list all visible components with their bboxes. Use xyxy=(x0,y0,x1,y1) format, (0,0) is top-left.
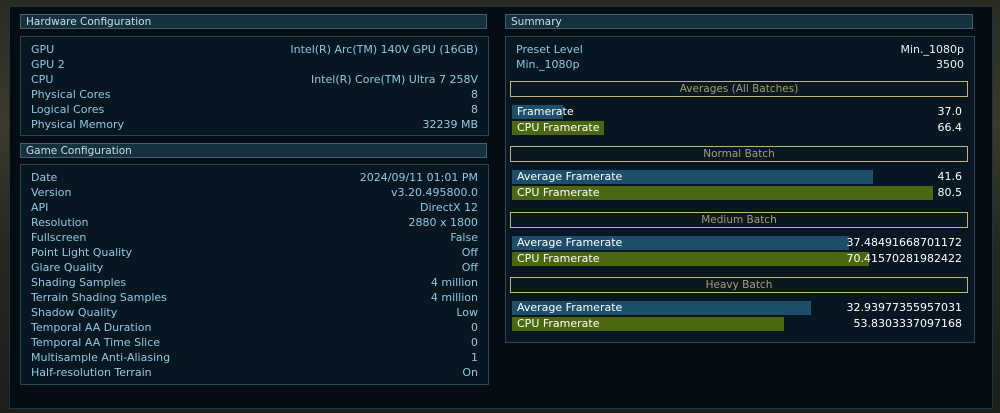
game-value: 2880 x 1800 xyxy=(408,216,479,229)
averages-all-batches-cpu-framerate-label: CPU Framerate xyxy=(517,121,600,134)
game-value: Off xyxy=(461,246,478,259)
game-row-resolution: Resolution 2880 x 1800 xyxy=(21,215,488,230)
hardware-label: Physical Memory xyxy=(31,118,124,131)
hardware-label: GPU xyxy=(31,43,55,56)
game-label: Temporal AA Time Slice xyxy=(31,336,161,349)
game-value: 0 xyxy=(471,336,478,349)
heavy-batch-average-framerate-value: 32.93977355957031 xyxy=(846,301,962,314)
game-value: v3.20.495800.0 xyxy=(391,186,478,199)
summary-row-preset-level: Preset Level Min._1080p xyxy=(506,42,974,57)
game-value: 1 xyxy=(471,351,478,364)
game-value: DirectX 12 xyxy=(420,201,478,214)
game-value: Low xyxy=(456,306,478,319)
game-label: Half-resolution Terrain xyxy=(31,366,152,379)
game-row-temporal-aa-time-slice: Temporal AA Time Slice 0 xyxy=(21,335,488,350)
summary-row-min-1080p: Min._1080p 3500 xyxy=(506,57,974,72)
section-header-medium-batch: Medium Batch xyxy=(510,212,968,228)
section-header-normal-batch: Normal Batch xyxy=(510,146,968,162)
game-row-api: API DirectX 12 xyxy=(21,200,488,215)
game-label: Shadow Quality xyxy=(31,306,118,319)
game-row-terrain-shading-samples: Terrain Shading Samples 4 million xyxy=(21,290,488,305)
hardware-label: CPU xyxy=(31,73,54,86)
game-label: Date xyxy=(31,171,58,184)
game-label: Terrain Shading Samples xyxy=(31,291,167,304)
heavy-batch-cpu-framerate-value: 53.8303337097168 xyxy=(853,317,962,330)
game-value: On xyxy=(462,366,478,379)
hardware-value: Intel(R) Arc(TM) 140V GPU (16GB) xyxy=(290,43,478,56)
game-label: Shading Samples xyxy=(31,276,127,289)
medium-batch-cpu-framerate-value: 70.41570281982422 xyxy=(846,252,962,265)
game-label: Point Light Quality xyxy=(31,246,133,259)
game-label: Multisample Anti-Aliasing xyxy=(31,351,171,364)
game-label: API xyxy=(31,201,49,214)
section-header-heavy-batch: Heavy Batch xyxy=(510,277,968,293)
game-config-panel: Date 2024/09/11 01:01 PM Version v3.20.4958… xyxy=(20,164,489,385)
hardware-value: 8 xyxy=(471,103,478,116)
hardware-label: Logical Cores xyxy=(31,103,105,116)
game-value: 2024/09/11 01:01 PM xyxy=(359,171,478,184)
summary-label: Min._1080p xyxy=(516,58,580,71)
game-row-glare-quality: Glare Quality Off xyxy=(21,260,488,275)
game-config-title: Game Configuration xyxy=(26,145,132,157)
hardware-row-logical-cores: Logical Cores 8 xyxy=(21,102,488,117)
game-config-header: Game Configuration xyxy=(20,143,487,158)
normal-batch-average-framerate-label: Average Framerate xyxy=(517,170,623,183)
section-header-averages-all-batches: Averages (All Batches) xyxy=(510,81,968,97)
hardware-row-gpu: GPU Intel(R) Arc(TM) 140V GPU (16GB) xyxy=(21,42,488,57)
game-value: Off xyxy=(461,261,478,274)
game-value: False xyxy=(450,231,478,244)
game-label: Temporal AA Duration xyxy=(31,321,152,334)
hardware-value: Intel(R) Core(TM) Ultra 7 258V xyxy=(310,73,478,86)
game-label: Glare Quality xyxy=(31,261,104,274)
hardware-label: GPU 2 xyxy=(31,58,65,71)
averages-all-batches-framerate-label: Framerate xyxy=(517,105,574,118)
heavy-batch-cpu-framerate-label: CPU Framerate xyxy=(517,317,600,330)
medium-batch-average-framerate-value: 37.48491668701172 xyxy=(846,236,962,249)
game-row-half-resolution-terrain: Half-resolution Terrain On xyxy=(21,365,488,380)
medium-batch-cpu-framerate-label: CPU Framerate xyxy=(517,252,600,265)
game-value: 4 million xyxy=(430,276,478,289)
game-label: Resolution xyxy=(31,216,89,229)
game-label: Version xyxy=(31,186,72,199)
normal-batch-average-framerate-value: 41.6 xyxy=(937,170,963,183)
hardware-label: Physical Cores xyxy=(31,88,111,101)
normal-batch-cpu-framerate-label: CPU Framerate xyxy=(517,186,600,199)
averages-all-batches-cpu-framerate-value: 66.4 xyxy=(937,121,963,134)
summary-label: Preset Level xyxy=(516,43,583,56)
normal-batch-cpu-framerate-value: 80.5 xyxy=(937,186,963,199)
summary-header: Summary xyxy=(505,14,973,29)
hardware-config-header: Hardware Configuration xyxy=(20,14,487,29)
hardware-row-cpu: CPU Intel(R) Core(TM) Ultra 7 258V xyxy=(21,72,488,87)
hardware-row-physical-cores: Physical Cores 8 xyxy=(21,87,488,102)
game-value: 4 million xyxy=(430,291,478,304)
hardware-value: 8 xyxy=(471,88,478,101)
hardware-row-physical-memory: Physical Memory 32239 MB xyxy=(21,117,488,132)
hardware-config-title: Hardware Configuration xyxy=(26,16,152,28)
summary-value: Min._1080p xyxy=(900,43,965,56)
summary-value: 3500 xyxy=(936,58,964,71)
medium-batch-average-framerate-label: Average Framerate xyxy=(517,236,623,249)
summary-title: Summary xyxy=(511,16,562,28)
game-row-date: Date 2024/09/11 01:01 PM xyxy=(21,170,488,185)
game-row-shading-samples: Shading Samples 4 million xyxy=(21,275,488,290)
game-row-version: Version v3.20.495800.0 xyxy=(21,185,488,200)
game-row-multisample-anti-aliasing: Multisample Anti-Aliasing 1 xyxy=(21,350,488,365)
hardware-value: 32239 MB xyxy=(422,118,478,131)
heavy-batch-average-framerate-label: Average Framerate xyxy=(517,301,623,314)
game-label: Fullscreen xyxy=(31,231,87,244)
game-row-point-light-quality: Point Light Quality Off xyxy=(21,245,488,260)
game-value: 0 xyxy=(471,321,478,334)
game-row-fullscreen: Fullscreen False xyxy=(21,230,488,245)
averages-all-batches-framerate-value: 37.0 xyxy=(937,105,963,118)
hardware-row-gpu-2: GPU 2 xyxy=(21,57,488,72)
game-row-shadow-quality: Shadow Quality Low xyxy=(21,305,488,320)
game-row-temporal-aa-duration: Temporal AA Duration 0 xyxy=(21,320,488,335)
hardware-config-panel: GPU Intel(R) Arc(TM) 140V GPU (16GB) GPU 2… xyxy=(20,36,489,136)
